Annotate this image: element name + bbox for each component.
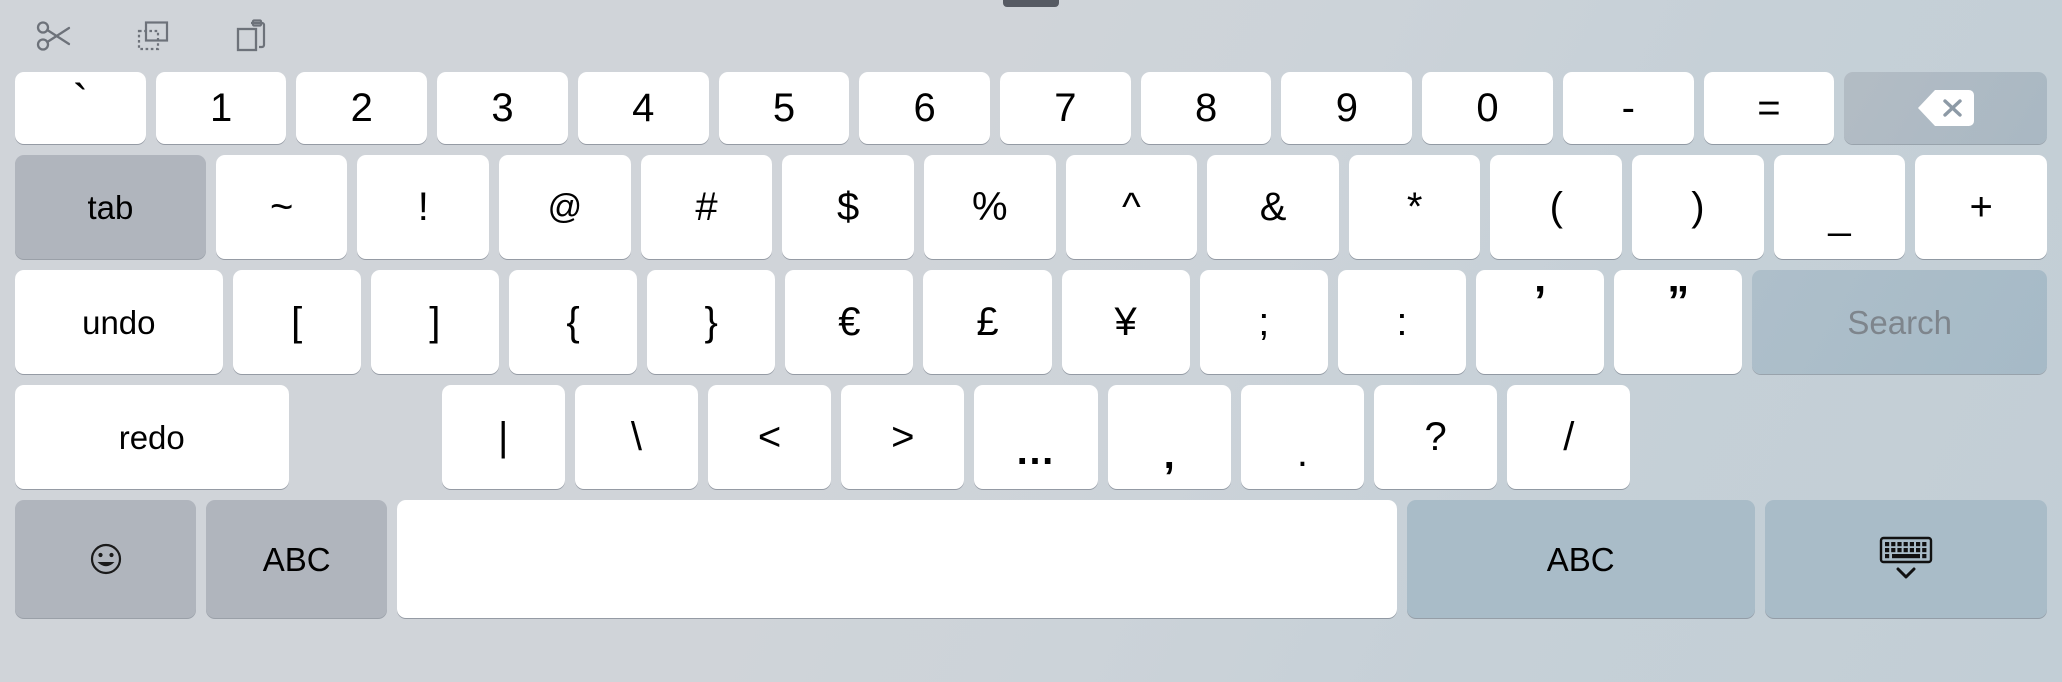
abc-right-key[interactable]: ABC bbox=[1406, 500, 1755, 618]
key-9[interactable]: 9 bbox=[1281, 72, 1413, 144]
key-ampersand[interactable]: & bbox=[1207, 155, 1339, 259]
key-comma[interactable]: , bbox=[1107, 385, 1231, 489]
key-backslash[interactable]: \ bbox=[574, 385, 698, 489]
key-caret[interactable]: ^ bbox=[1065, 155, 1198, 259]
key-brace-close[interactable]: } bbox=[647, 270, 776, 374]
key-semicolon[interactable]: ; bbox=[1199, 270, 1328, 374]
undo-key[interactable]: undo bbox=[15, 270, 223, 374]
key-hyphen[interactable]: - bbox=[1562, 72, 1694, 144]
edit-toolbar bbox=[0, 0, 2062, 72]
key-dollar[interactable]: $ bbox=[782, 155, 914, 259]
abc-left-key[interactable]: ABC bbox=[206, 500, 388, 618]
paste-button[interactable] bbox=[220, 10, 282, 62]
key-at[interactable]: @ bbox=[499, 155, 631, 259]
key-quote[interactable]: ” bbox=[1614, 270, 1743, 374]
keyboard-row-symbols-2: undo [ ] { } € £ ¥ ; : ’ ” Search bbox=[10, 270, 2052, 374]
key-bracket-close[interactable]: ] bbox=[370, 270, 499, 374]
backspace-key[interactable] bbox=[1844, 72, 2047, 144]
redo-key[interactable]: redo bbox=[15, 385, 289, 489]
delete-left-icon bbox=[1915, 86, 1977, 130]
key-yen[interactable]: ¥ bbox=[1061, 270, 1190, 374]
key-6[interactable]: 6 bbox=[859, 72, 991, 144]
keyboard-row-symbols-3: redo | \ < > … , . ? / bbox=[10, 385, 2052, 489]
key-backtick[interactable]: ` bbox=[15, 72, 146, 144]
ios-symbols-keyboard: ` 1 2 3 4 5 6 7 8 9 0 - = tab ~ ! @ # $ … bbox=[0, 0, 2062, 682]
key-1[interactable]: 1 bbox=[155, 72, 287, 144]
copy-button[interactable] bbox=[122, 10, 184, 62]
row-spacer-right bbox=[1640, 385, 2047, 489]
copy-icon bbox=[133, 16, 173, 56]
emoji-key[interactable] bbox=[15, 500, 197, 618]
key-tilde[interactable]: ~ bbox=[215, 155, 348, 259]
keyboard-row-numbers: ` 1 2 3 4 5 6 7 8 9 0 - = bbox=[10, 72, 2052, 144]
key-rows: ` 1 2 3 4 5 6 7 8 9 0 - = tab ~ ! @ # $ … bbox=[0, 72, 2062, 618]
smiley-icon bbox=[86, 539, 126, 579]
keyboard-row-bottom: ABC ABC bbox=[10, 500, 2052, 618]
key-bracket-open[interactable]: [ bbox=[232, 270, 361, 374]
dismiss-keyboard-key[interactable] bbox=[1764, 500, 2047, 618]
row-spacer-left bbox=[299, 385, 432, 489]
key-pipe[interactable]: | bbox=[441, 385, 565, 489]
key-paren-close[interactable]: ) bbox=[1632, 155, 1764, 259]
key-3[interactable]: 3 bbox=[437, 72, 568, 144]
key-brace-open[interactable]: { bbox=[508, 270, 638, 374]
key-pound[interactable]: £ bbox=[923, 270, 1052, 374]
tab-key[interactable]: tab bbox=[15, 155, 206, 259]
key-2[interactable]: 2 bbox=[296, 72, 428, 144]
key-0[interactable]: 0 bbox=[1422, 72, 1553, 144]
key-plus[interactable]: + bbox=[1915, 155, 2047, 259]
key-colon[interactable]: : bbox=[1337, 270, 1467, 374]
key-paren-open[interactable]: ( bbox=[1490, 155, 1623, 259]
key-apostrophe[interactable]: ’ bbox=[1476, 270, 1605, 374]
space-key[interactable] bbox=[397, 500, 1397, 618]
key-period[interactable]: . bbox=[1240, 385, 1364, 489]
key-slash[interactable]: / bbox=[1507, 385, 1631, 489]
key-7[interactable]: 7 bbox=[1000, 72, 1131, 144]
paste-icon bbox=[231, 16, 271, 56]
key-5[interactable]: 5 bbox=[718, 72, 850, 144]
key-8[interactable]: 8 bbox=[1140, 72, 1272, 144]
key-hash[interactable]: # bbox=[640, 155, 773, 259]
key-ellipsis[interactable]: … bbox=[974, 385, 1098, 489]
key-asterisk[interactable]: * bbox=[1348, 155, 1481, 259]
key-percent[interactable]: % bbox=[923, 155, 1056, 259]
key-greater-than[interactable]: > bbox=[841, 385, 965, 489]
cut-button[interactable] bbox=[24, 10, 86, 62]
key-euro[interactable]: € bbox=[785, 270, 914, 374]
key-less-than[interactable]: < bbox=[707, 385, 832, 489]
scissors-icon bbox=[35, 16, 75, 56]
key-4[interactable]: 4 bbox=[577, 72, 709, 144]
key-exclamation[interactable]: ! bbox=[357, 155, 490, 259]
key-underscore[interactable]: _ bbox=[1773, 155, 1906, 259]
keyboard-down-icon bbox=[1871, 531, 1941, 587]
keyboard-row-symbols-1: tab ~ ! @ # $ % ^ & * ( ) _ + bbox=[10, 155, 2052, 259]
key-equals[interactable]: = bbox=[1703, 72, 1835, 144]
search-key[interactable]: Search bbox=[1752, 270, 2048, 374]
key-question[interactable]: ? bbox=[1374, 385, 1498, 489]
